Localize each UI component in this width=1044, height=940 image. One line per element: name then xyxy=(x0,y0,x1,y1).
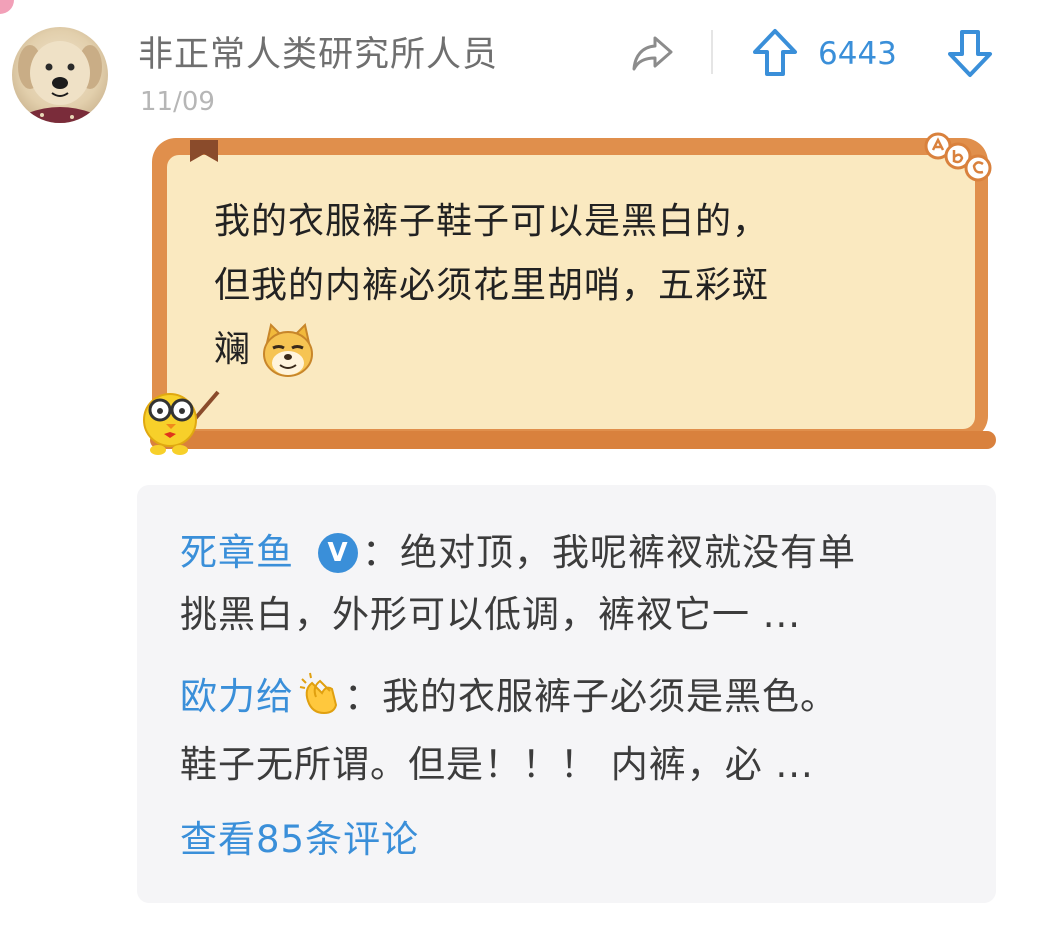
comment-item[interactable]: 死章鱼 V ：绝对顶，我呢裤衩就没有单 挑黑白，外形可以低调，裤衩它一 ... xyxy=(180,522,970,646)
upvote-button[interactable] xyxy=(750,26,800,80)
comment-separator: ： xyxy=(344,675,382,718)
post-content: 我的衣服裤子鞋子可以是黑白的， 但我的内裤必须花里胡哨，五彩斑 斓 xyxy=(214,190,914,400)
share-arrow-icon xyxy=(632,36,673,71)
comment-line: 死章鱼 V ：绝对顶，我呢裤衩就没有单 xyxy=(180,522,970,584)
corner-indicator xyxy=(0,0,14,14)
comment-line: 挑黑白，外形可以低调，裤衩它一 ... xyxy=(180,593,802,636)
post-content-line: 斓 xyxy=(214,318,914,400)
comment-item[interactable]: 欧力给 ：我的衣服裤子必须是黑色。 鞋子无所谓。但是！！！ 内裤，必 ... xyxy=(180,666,970,796)
bookmark-ribbon-icon xyxy=(190,140,218,162)
arrow-down-icon xyxy=(948,30,992,77)
chick-teacher-sticker-icon xyxy=(143,390,220,455)
post-content-last-char: 斓 xyxy=(214,329,252,370)
toolbar-divider xyxy=(711,30,713,74)
comment-text: 我的衣服裤子必须是黑色。 xyxy=(382,675,838,718)
post-content-line: 但我的内裤必须花里胡哨，五彩斑 xyxy=(214,265,770,306)
comment-separator: ： xyxy=(362,531,400,574)
avatar[interactable] xyxy=(12,27,108,123)
arrow-up-icon xyxy=(753,29,797,76)
comment-author[interactable]: 死章鱼 xyxy=(180,531,294,574)
comment-author[interactable]: 欧力给 xyxy=(180,675,294,718)
downvote-button[interactable] xyxy=(945,26,995,80)
comment-line: 鞋子无所谓。但是！！！ 内裤，必 ... xyxy=(180,743,814,786)
post-author[interactable]: 非正常人类研究所人员 xyxy=(138,32,498,78)
share-button[interactable] xyxy=(628,28,678,78)
vote-count: 6443 xyxy=(818,36,897,72)
post-card-rail xyxy=(150,431,996,449)
abc-sticker-icon xyxy=(924,132,992,182)
post-date: 11/09 xyxy=(140,87,215,117)
clapping-hands-emoji xyxy=(299,672,338,715)
doge-shiba-emoji xyxy=(263,323,314,377)
v-badge-icon: V xyxy=(318,533,358,573)
post-content-line: 我的衣服裤子鞋子可以是黑白的， xyxy=(214,201,770,242)
comment-line: 欧力给 ：我的衣服裤子必须是黑色。 xyxy=(180,666,970,734)
view-all-comments-link[interactable]: 查看85条评论 xyxy=(180,812,419,868)
comment-text: 绝对顶，我呢裤衩就没有单 xyxy=(400,531,856,574)
